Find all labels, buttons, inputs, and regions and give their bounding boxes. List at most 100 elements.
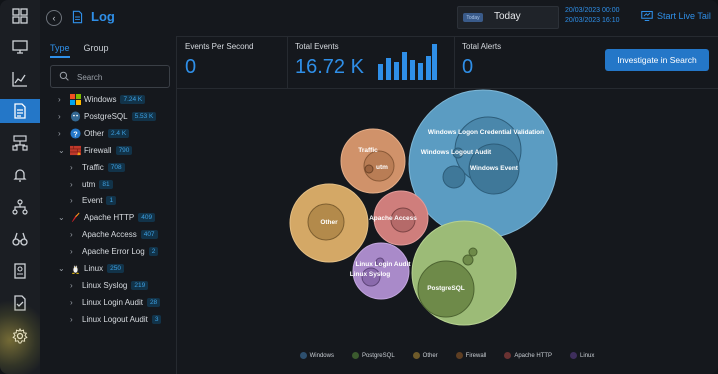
tab-type[interactable]: Type [50,43,70,58]
tree-item-count-badge: 28 [146,297,161,307]
bubble-windows-small[interactable] [442,165,466,189]
legend-swatch [570,352,578,359]
log-title-icon [71,10,84,29]
total-events-label: Total Events [295,42,339,51]
label-windows-logout-audit: Windows Logout Audit [421,149,492,156]
settings-gear-icon[interactable] [0,324,40,348]
tree-item-apache-http[interactable]: ⌄ Apache HTTP 409 [58,210,156,225]
date-range-text: 20/03/2023 00:00 20/03/2023 16:10 [565,6,620,26]
network-topology-icon[interactable] [0,131,40,155]
tree-item-count-badge: 3 [151,314,162,324]
chevron-right-icon[interactable]: › [70,230,78,239]
legend-item-firewall[interactable]: Firewall [455,352,486,359]
total-alerts-metric: Total Alerts 0 [462,42,501,79]
tree-item-count-badge: 407 [140,230,158,240]
page-header: ‹ Log Today Today 20/03/2023 00:00 20/03… [40,0,718,37]
chevron-right-icon[interactable]: › [70,247,78,256]
tree-item-other[interactable]: ›? Other 2.4 K [58,126,130,141]
date-from: 20/03/2023 00:00 [565,7,620,14]
tree-item-traffic[interactable]: › Traffic 708 [70,160,125,175]
bubble-firewall-utm[interactable] [364,164,374,174]
chevron-right-icon[interactable]: › [70,315,78,324]
tree-item-utm[interactable]: › utm 81 [70,177,113,192]
chevron-right-icon[interactable]: › [70,298,78,307]
tree-item-label: Apache Error Log [82,247,145,257]
bubble-postgresql-small[interactable] [462,254,474,266]
legend-item-windows[interactable]: Windows [299,352,334,359]
chevron-right-icon[interactable]: › [58,95,66,104]
chevron-right-icon[interactable]: › [70,196,78,205]
search-icon [59,71,69,81]
legend-item-linux[interactable]: Linux [570,352,594,359]
analytics-chart-icon[interactable] [0,67,40,91]
divider [454,36,455,88]
tree-item-linux-logout-audit[interactable]: › Linux Logout Audit 3 [70,312,162,327]
legend-label: Apache HTTP [514,352,553,359]
date-range-picker[interactable]: Today Today [457,6,559,29]
log-document-icon[interactable] [0,99,40,123]
tree-item-postgresql[interactable]: › PostgreSQL 5.53 K [58,109,157,124]
tree-item-count-badge: 219 [131,280,149,290]
tree-item-count-badge: 5.53 K [131,111,157,121]
bubble-postgresql-tiny[interactable] [468,247,478,257]
monitor-icon[interactable] [0,35,40,59]
bubble-svg: Windows Logon Credential Validation Wind… [289,89,558,326]
tree-item-apache-error-log[interactable]: › Apache Error Log 2 [70,244,159,259]
tree-item-event[interactable]: › Event 1 [70,193,117,208]
report-icon[interactable] [0,259,40,283]
tree-item-linux[interactable]: ⌄ Linux 250 [58,261,124,276]
legend-swatch [455,352,463,359]
date-preset-tag: Today [463,13,483,22]
chevron-down-icon[interactable]: ⌄ [58,213,66,222]
postgresql-icon [70,111,81,122]
tree-item-linux-login-audit[interactable]: › Linux Login Audit 28 [70,295,161,310]
start-live-tail-button[interactable]: Start Live Tail [641,10,711,22]
hierarchy-icon[interactable] [0,195,40,219]
search-input[interactable] [75,69,167,85]
type-group-panel: Type Group › Windows7.24 K › PostgreSQL5.53… [40,36,177,374]
tree-item-linux-syslog[interactable]: › Linux Syslog 219 [70,278,149,293]
grid-icon[interactable] [0,4,40,28]
legend-item-postgresql[interactable]: PostgreSQL [351,352,395,359]
eps-value: 0 [185,56,197,78]
eps-metric: Events Per Second 0 [185,42,253,79]
apache-feather-icon [70,212,81,223]
tree-item-count-badge: 250 [107,264,124,273]
tree-item-apache-access[interactable]: › Apache Access 407 [70,227,158,242]
tree-item-label: utm [82,179,96,189]
back-button[interactable]: ‹ [46,10,62,26]
chevron-down-icon[interactable]: ⌄ [58,264,66,273]
tree-item-windows[interactable]: › Windows 7.24 K [58,92,146,107]
legend-label: Linux [580,352,595,359]
total-events-metric: Total Events 16.72 K [295,42,364,79]
chevron-right-icon[interactable]: › [70,180,78,189]
legend-item-apache-http[interactable]: Apache HTTP [504,352,552,359]
events-sparkbar-icon [378,44,437,80]
chevron-right-icon[interactable]: › [70,163,78,172]
tree-item-label: PostgreSQL [84,111,128,121]
question-icon: ? [70,128,81,139]
tree-item-label: Event [82,196,103,206]
tree-item-firewall[interactable]: ⌄ Firewall 790 [58,143,133,158]
binoculars-icon[interactable] [0,227,40,251]
tree-item-label: Linux Syslog [82,280,128,290]
label-other: Other [320,219,338,226]
tree-item-count-badge: 7.24 K [120,95,146,104]
bell-icon[interactable] [0,163,40,187]
search-box [50,65,170,88]
live-tail-label: Start Live Tail [657,11,711,21]
investigate-in-search-button[interactable]: Investigate in Search [605,49,709,71]
chevron-right-icon[interactable]: › [70,281,78,290]
chevron-right-icon[interactable]: › [58,112,66,121]
chart-legend: Windows PostgreSQL Other Firewall Apache HTT… [176,352,718,359]
chevron-right-icon[interactable]: › [58,129,66,138]
tree-item-label: Windows [84,95,117,104]
tab-group[interactable]: Group [84,43,109,58]
legend-item-other[interactable]: Other [412,352,438,359]
tree-item-count-badge: 1 [106,196,117,206]
tree-item-count-badge: 790 [115,145,133,155]
chevron-down-icon[interactable]: ⌄ [58,146,66,155]
tree-item-label: Other [84,128,105,138]
tree-item-count-badge: 2.4 K [108,128,130,138]
total-alerts-value: 0 [462,56,474,78]
